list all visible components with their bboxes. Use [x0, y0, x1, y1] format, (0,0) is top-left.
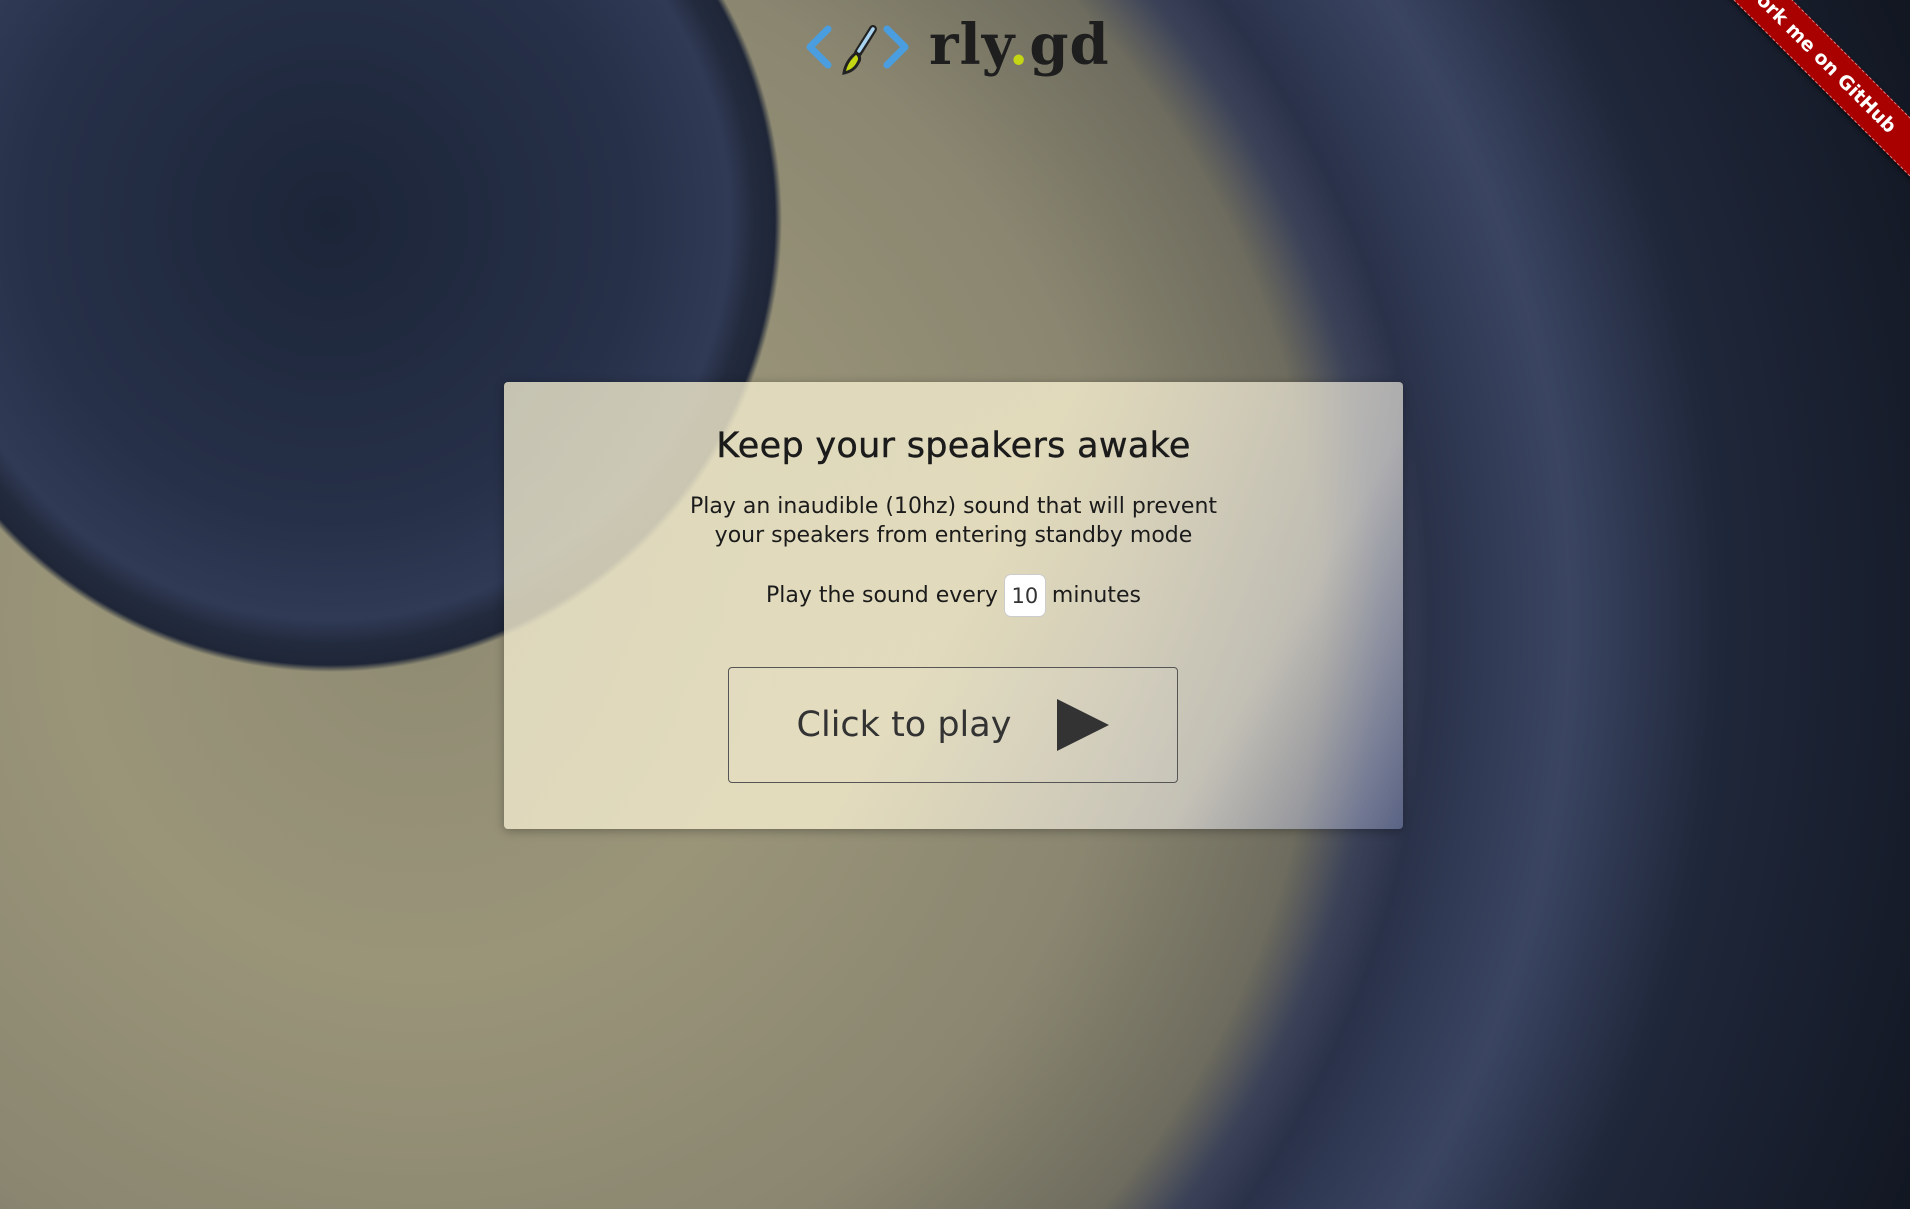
- main-card: Keep your speakers awake Play an inaudib…: [504, 382, 1403, 829]
- play-button-label: Click to play: [796, 705, 1012, 745]
- card-title: Keep your speakers awake: [716, 426, 1191, 466]
- code-paintbrush-icon: [800, 15, 915, 75]
- interval-minutes-input[interactable]: [1003, 574, 1046, 617]
- site-logo[interactable]: rly.gd: [800, 12, 1110, 78]
- play-icon: [1057, 699, 1110, 751]
- interval-suffix: minutes: [1051, 583, 1141, 608]
- interval-row: Play the sound every minutes: [504, 574, 1403, 617]
- card-description: Play an inaudible (10hz) sound that will…: [689, 494, 1218, 548]
- logo-text: rly.gd: [929, 12, 1110, 78]
- interval-prefix: Play the sound every: [766, 583, 998, 608]
- play-button[interactable]: Click to play: [728, 667, 1178, 783]
